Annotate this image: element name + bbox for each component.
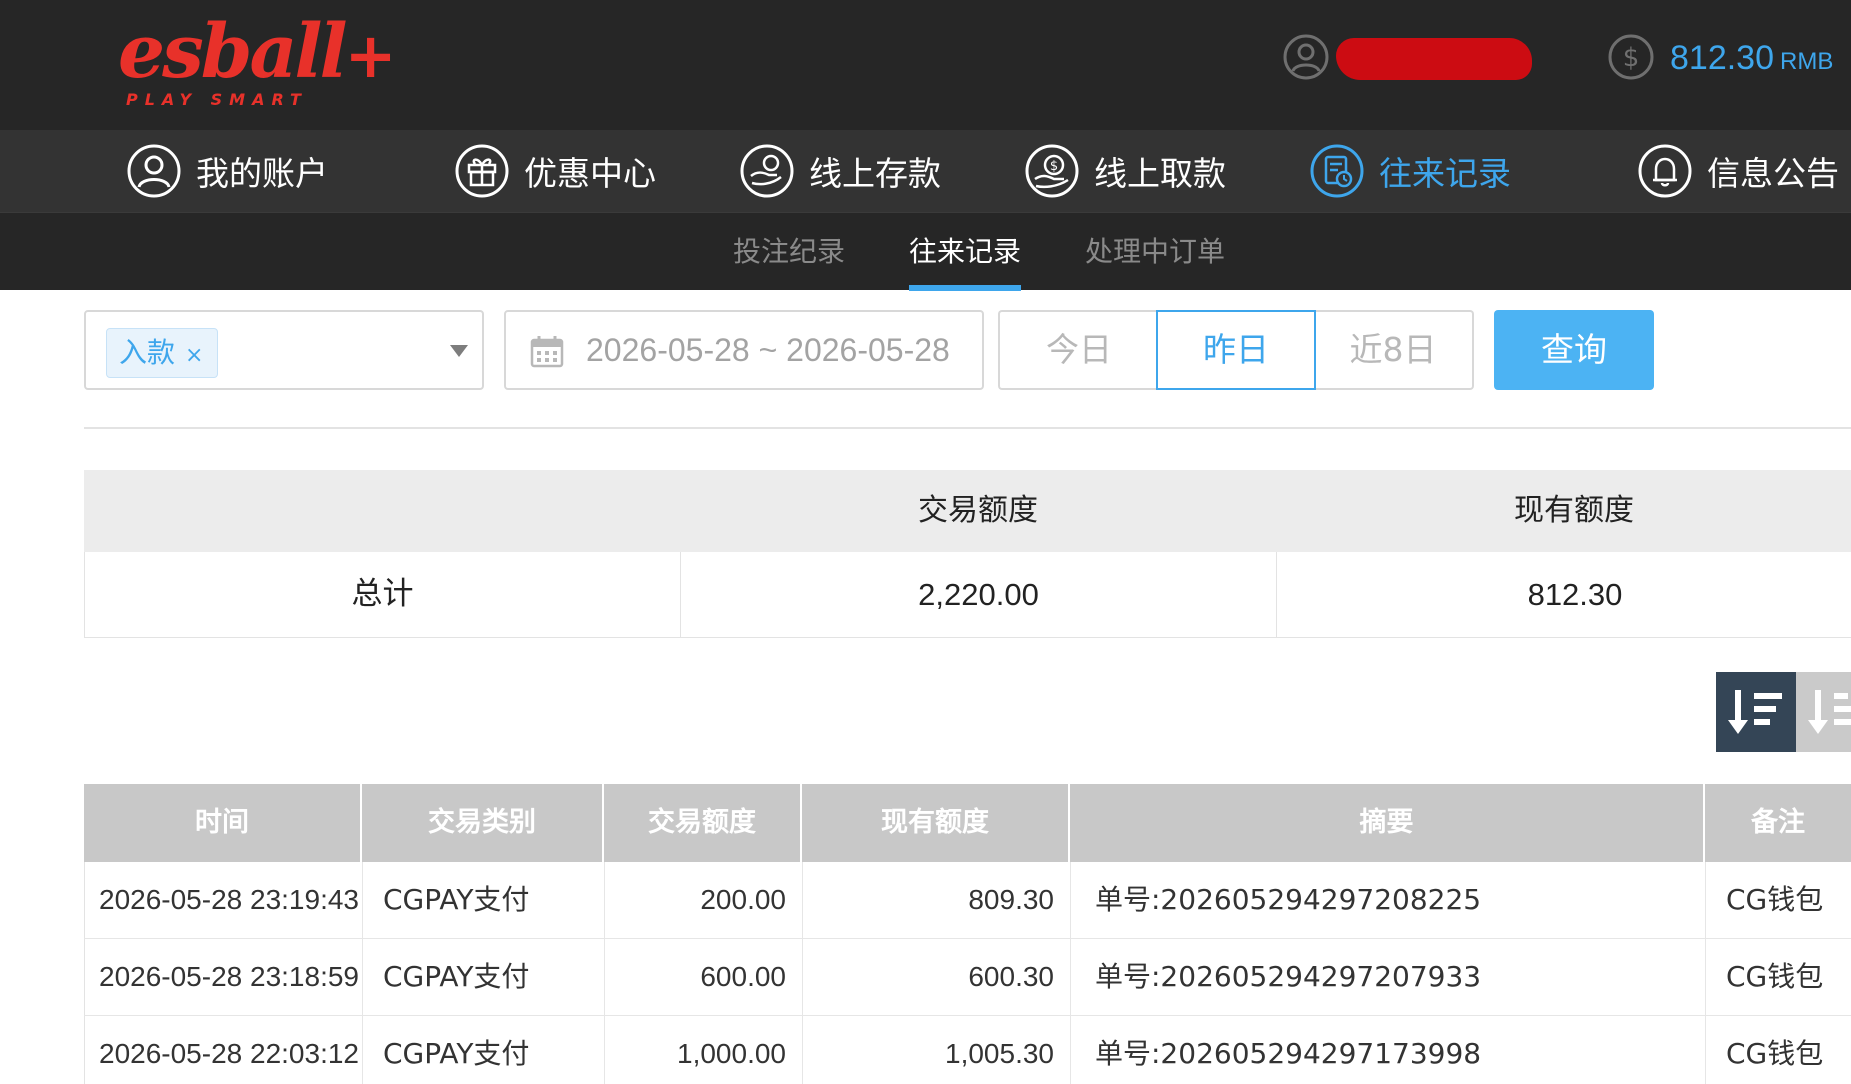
col-header-note[interactable]: 备注	[1705, 784, 1851, 862]
records-header: 时间 交易类别 交易额度 现有额度 摘要 备注	[84, 784, 1851, 862]
summary-header-current-balance: 现有额度	[1514, 493, 1634, 528]
bell-icon	[1638, 144, 1692, 198]
deposit-icon	[740, 144, 794, 198]
table-row[interactable]: 2026-05-28 23:19:43 CGPAY支付 200.00 809.3…	[84, 862, 1851, 939]
table-row[interactable]: 2026-05-28 23:18:59 CGPAY支付 600.00 600.3…	[84, 939, 1851, 1016]
cell-note: CG钱包	[1726, 883, 1824, 916]
logo-main-text: esball	[118, 9, 348, 95]
col-header-balance[interactable]: 现有额度	[802, 784, 1070, 862]
chevron-down-icon[interactable]	[450, 345, 468, 357]
page-root: esball+ PLAY SMART $ 812.30 RMB 我的账户 优惠中…	[0, 0, 1851, 1084]
user-circle-icon[interactable]	[1282, 33, 1330, 81]
balance-amount: 812.30	[1670, 39, 1774, 77]
withdraw-icon: $	[1025, 144, 1079, 198]
gift-icon	[455, 144, 509, 198]
query-button[interactable]: 查询	[1494, 310, 1654, 390]
main-nav: 我的账户 优惠中心 线上存款 $ 线上取款 往来记录 信息公告	[0, 130, 1851, 212]
today-button[interactable]: 今日	[998, 310, 1158, 390]
last-8-days-button[interactable]: 近8日	[1314, 310, 1474, 390]
tag-label: 入款	[119, 336, 176, 369]
tab-pending-orders[interactable]: 处理中订单	[1085, 213, 1225, 291]
cell-summary: 单号:202605294297173998	[1071, 1016, 1706, 1084]
summary-header-empty	[84, 470, 680, 552]
cell-amount: 1,000.00	[605, 1016, 803, 1084]
cell-summary: 单号:202605294297208225	[1071, 862, 1706, 938]
cell-time: 2026-05-28 23:18:59	[85, 939, 363, 1015]
cell-time: 2026-05-28 22:03:12	[85, 1016, 363, 1084]
nav-item-my-account[interactable]: 我的账户	[126, 130, 328, 212]
summary-transaction-amount: 2,220.00	[681, 552, 1277, 637]
nav-label: 往来记录	[1379, 154, 1511, 193]
cell-type: CGPAY支付	[363, 862, 605, 938]
cell-time: 2026-05-28 23:19:43	[85, 862, 363, 938]
nav-label: 线上取款	[1094, 154, 1226, 193]
cell-balance: 1,005.30	[803, 1016, 1071, 1084]
sort-descending-button[interactable]	[1716, 672, 1796, 752]
username-redacted	[1336, 38, 1532, 80]
nav-item-promotions[interactable]: 优惠中心	[454, 130, 656, 212]
tag-remove-button[interactable]: ×	[185, 343, 203, 368]
nav-item-withdraw[interactable]: $ 线上取款	[1024, 130, 1226, 212]
col-header-type[interactable]: 交易类别	[362, 784, 604, 862]
cell-balance: 809.30	[803, 862, 1071, 938]
sort-ascending-button[interactable]	[1796, 672, 1851, 752]
summary-current-balance: 812.30	[1527, 577, 1623, 612]
sort-desc-icon	[1728, 690, 1782, 734]
cell-type: CGPAY支付	[363, 939, 605, 1015]
cell-amount: 200.00	[605, 862, 803, 938]
cell-amount: 600.00	[605, 939, 803, 1015]
yesterday-button[interactable]: 昨日	[1156, 310, 1316, 390]
nav-label: 优惠中心	[524, 154, 656, 193]
cell-type: CGPAY支付	[363, 1016, 605, 1084]
logo-wordmark: esball+	[118, 9, 397, 98]
date-range-input[interactable]: 2026-05-28 ~ 2026-05-28	[504, 310, 984, 390]
transaction-type-select[interactable]: 入款 ×	[84, 310, 484, 390]
sort-asc-icon	[1808, 690, 1851, 734]
balance-currency: RMB	[1780, 48, 1834, 75]
sub-nav: 投注纪录 往来记录 处理中订单	[0, 212, 1851, 291]
logo-plus-sign: +	[344, 19, 397, 92]
cell-note: CG钱包	[1726, 960, 1824, 993]
brand-logo[interactable]: esball+ PLAY SMART	[118, 9, 397, 109]
top-bar: esball+ PLAY SMART $ 812.30 RMB	[0, 0, 1851, 130]
date-range-value: 2026-05-28 ~ 2026-05-28	[586, 332, 950, 368]
dollar-circle-icon: $	[1608, 34, 1654, 80]
logo-tagline: PLAY SMART	[126, 90, 308, 109]
nav-item-transaction-records[interactable]: 往来记录	[1309, 130, 1511, 212]
col-header-time[interactable]: 时间	[84, 784, 362, 862]
nav-label: 信息公告	[1707, 154, 1839, 193]
svg-text:$: $	[1623, 43, 1640, 73]
divider	[84, 427, 1851, 429]
tab-transaction-records[interactable]: 往来记录	[909, 213, 1022, 291]
table-row[interactable]: 2026-05-28 22:03:12 CGPAY支付 1,000.00 1,0…	[84, 1016, 1851, 1084]
nav-item-deposit[interactable]: 线上存款	[739, 130, 941, 212]
svg-text:$: $	[1050, 159, 1058, 174]
cell-note: CG钱包	[1726, 1037, 1824, 1070]
calendar-icon	[530, 336, 564, 368]
nav-label: 线上存款	[809, 154, 941, 193]
summary-total-row: 总计 2,220.00 812.30	[84, 552, 1851, 638]
summary-header-transaction-amount: 交易额度	[918, 493, 1038, 528]
record-icon	[1310, 144, 1364, 198]
user-circle-icon	[127, 144, 181, 198]
cell-balance: 600.30	[803, 939, 1071, 1015]
summary-total-label: 总计	[85, 552, 681, 637]
account-balance: 812.30 RMB	[1670, 34, 1833, 82]
nav-item-announcements[interactable]: 信息公告	[1637, 130, 1839, 212]
summary-header: 交易额度 现有额度	[84, 470, 1851, 552]
col-header-summary[interactable]: 摘要	[1070, 784, 1705, 862]
tab-bet-records[interactable]: 投注纪录	[733, 213, 845, 291]
col-header-amount[interactable]: 交易额度	[604, 784, 802, 862]
cell-summary: 单号:202605294297207933	[1071, 939, 1706, 1015]
nav-label: 我的账户	[196, 154, 328, 193]
selected-type-tag: 入款 ×	[106, 328, 219, 378]
